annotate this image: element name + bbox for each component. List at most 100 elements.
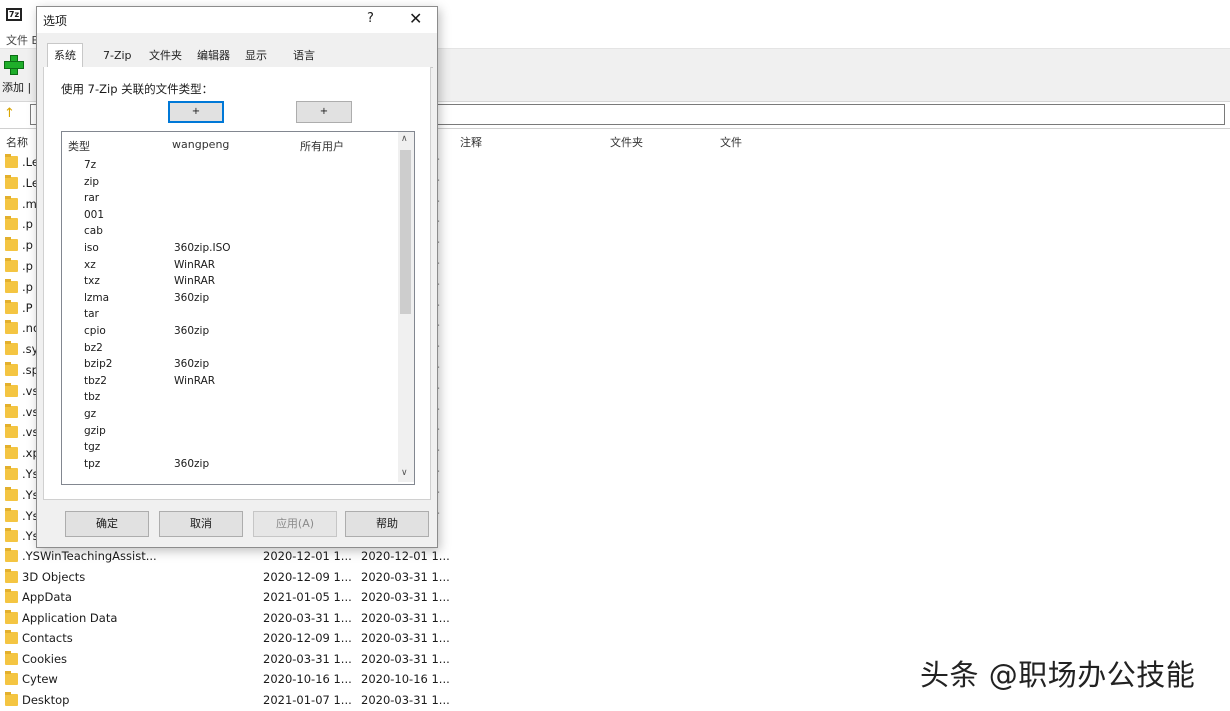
scroll-up-icon[interactable]: ∧	[401, 134, 408, 144]
list-scrollbar[interactable]: ∧ ∨	[398, 132, 414, 482]
header-type[interactable]: 类型	[68, 138, 90, 154]
file-row[interactable]: Contacts 2020-12-09 1... 2020-03-31 1...	[0, 629, 450, 649]
tab-folders[interactable]: 文件夹	[143, 46, 188, 66]
tab-7zip[interactable]: 7-Zip	[97, 46, 138, 66]
file-type-row[interactable]: lzma 360zip	[62, 291, 398, 308]
system-tab-panel: 使用 7-Zip 关联的文件类型： + + 类型 wangpeng 所有用户 7…	[43, 67, 431, 500]
menu-file[interactable]: 文件 E	[6, 32, 38, 48]
file-type-row[interactable]: bz2	[62, 341, 398, 358]
header-current-user[interactable]: wangpeng	[172, 138, 229, 151]
file-type-row[interactable]: tgz	[62, 440, 398, 457]
file-extension: rar	[84, 192, 100, 205]
file-row[interactable]: Cookies 2020-03-31 1... 2020-03-31 1...	[0, 650, 450, 670]
file-extension: tbz2	[84, 374, 107, 387]
file-extension: tar	[84, 308, 99, 321]
file-extension: gzip	[84, 424, 106, 437]
created-date: 2020-03-31 1...	[361, 569, 450, 584]
column-files[interactable]: 文件	[720, 134, 742, 150]
file-type-row[interactable]: gzip	[62, 424, 398, 441]
file-extension: tgz	[84, 441, 101, 454]
file-type-row[interactable]: cab	[62, 224, 398, 241]
modified-date: 2021-01-05 1...	[263, 590, 352, 604]
association-label: 使用 7-Zip 关联的文件类型：	[61, 82, 214, 96]
user-association: 360zip	[174, 358, 210, 371]
add-button-label[interactable]: 添加 |	[2, 79, 31, 95]
associate-current-user-button[interactable]: +	[168, 101, 224, 123]
apply-button[interactable]: 应用(A)	[253, 511, 337, 537]
folder-icon	[5, 486, 18, 501]
tab-strip: 系统 7-Zip 文件夹 编辑器 显示 语言	[43, 43, 433, 68]
tab-display[interactable]: 显示	[239, 46, 273, 66]
folder-icon	[5, 424, 18, 439]
file-type-row[interactable]: tpz 360zip	[62, 457, 398, 474]
file-type-row[interactable]: 7z	[62, 158, 398, 175]
folder-icon	[5, 548, 18, 562]
user-association: WinRAR	[174, 275, 216, 288]
scroll-thumb[interactable]	[400, 150, 411, 314]
file-type-row[interactable]: cpio 360zip	[62, 324, 398, 341]
file-extension: 001	[84, 208, 105, 221]
ok-button[interactable]: 确定	[65, 511, 149, 537]
file-extension: bz2	[84, 341, 103, 354]
file-type-row[interactable]: gz	[62, 407, 398, 424]
tab-system[interactable]: 系统	[47, 43, 83, 68]
file-row[interactable]: 3D Objects 2020-12-09 1... 2020-03-31 1...	[0, 568, 450, 588]
folder-icon	[5, 362, 18, 376]
user-association: WinRAR	[174, 258, 216, 271]
folder-icon	[5, 403, 18, 418]
tab-editor[interactable]: 编辑器	[191, 46, 236, 66]
folder-up-icon[interactable]: ↑	[4, 107, 18, 121]
column-name[interactable]: 名称	[6, 134, 28, 150]
file-type-row[interactable]: tar	[62, 307, 398, 324]
file-type-row[interactable]: xz WinRAR	[62, 258, 398, 275]
folder-icon	[5, 507, 18, 522]
file-row[interactable]: Desktop 2021-01-07 1... 2020-03-31 1...	[0, 691, 450, 711]
file-row[interactable]: Application Data 2020-03-31 1... 2020-03-3…	[0, 609, 450, 629]
file-extension: zip	[84, 175, 100, 188]
file-type-row[interactable]: zip	[62, 175, 398, 192]
file-type-row[interactable]: txz WinRAR	[62, 274, 398, 291]
created-date: 2020-12-01 1...	[361, 549, 450, 563]
help-button[interactable]: 帮助	[345, 511, 429, 537]
file-name: .m	[22, 196, 37, 211]
modified-date: 2020-12-09 1...	[263, 631, 352, 645]
folder-icon	[5, 258, 18, 272]
file-name: .p	[22, 259, 33, 273]
column-comment[interactable]: 注释	[460, 134, 482, 150]
folder-icon	[5, 237, 18, 252]
cancel-button[interactable]: 取消	[159, 511, 243, 537]
file-type-row[interactable]: iso 360zip.ISO	[62, 241, 398, 258]
folder-icon	[5, 195, 18, 210]
folder-icon	[5, 589, 18, 603]
tab-language[interactable]: 语言	[287, 46, 321, 66]
modified-date: 2021-01-07 1...	[263, 692, 352, 707]
file-row[interactable]: .YSWinTeachingAssist... 2020-12-01 1... 20…	[0, 547, 450, 567]
file-extension: 7z	[84, 159, 97, 171]
file-row[interactable]: AppData 2021-01-05 1... 2020-03-31 1...	[0, 588, 450, 608]
file-name: Cookies	[22, 651, 68, 666]
help-icon[interactable]: ?	[367, 11, 374, 26]
header-all-users[interactable]: 所有用户	[300, 138, 344, 154]
file-type-list[interactable]: 类型 wangpeng 所有用户 7z zip rar 001 cab iso 360zip…	[61, 131, 415, 485]
file-type-row[interactable]: rar	[62, 191, 398, 208]
scroll-down-icon[interactable]: ∨	[401, 468, 408, 478]
folder-icon	[5, 154, 18, 168]
created-date: 2020-03-31 1...	[361, 651, 450, 666]
file-type-row[interactable]: tbz2 WinRAR	[62, 374, 398, 391]
modified-date: 2020-03-31 1...	[263, 610, 352, 625]
user-association: 360zip	[174, 291, 210, 304]
created-date: 2020-03-31 1...	[361, 610, 450, 625]
file-extension: txz	[84, 275, 100, 288]
folder-icon	[5, 445, 18, 460]
file-extension: tbz	[84, 391, 101, 404]
file-row[interactable]: Cytew 2020-10-16 1... 2020-10-16 1...	[0, 670, 450, 690]
associate-all-users-button[interactable]: +	[296, 101, 352, 123]
close-icon[interactable]: ✕	[409, 9, 422, 28]
file-type-row[interactable]: tbz	[62, 390, 398, 407]
column-folders[interactable]: 文件夹	[610, 134, 643, 150]
file-type-row[interactable]: 001	[62, 208, 398, 225]
add-icon[interactable]	[4, 55, 24, 75]
folder-icon	[5, 568, 18, 583]
file-type-row[interactable]: bzip2 360zip	[62, 357, 398, 374]
file-extension: iso	[84, 242, 99, 254]
